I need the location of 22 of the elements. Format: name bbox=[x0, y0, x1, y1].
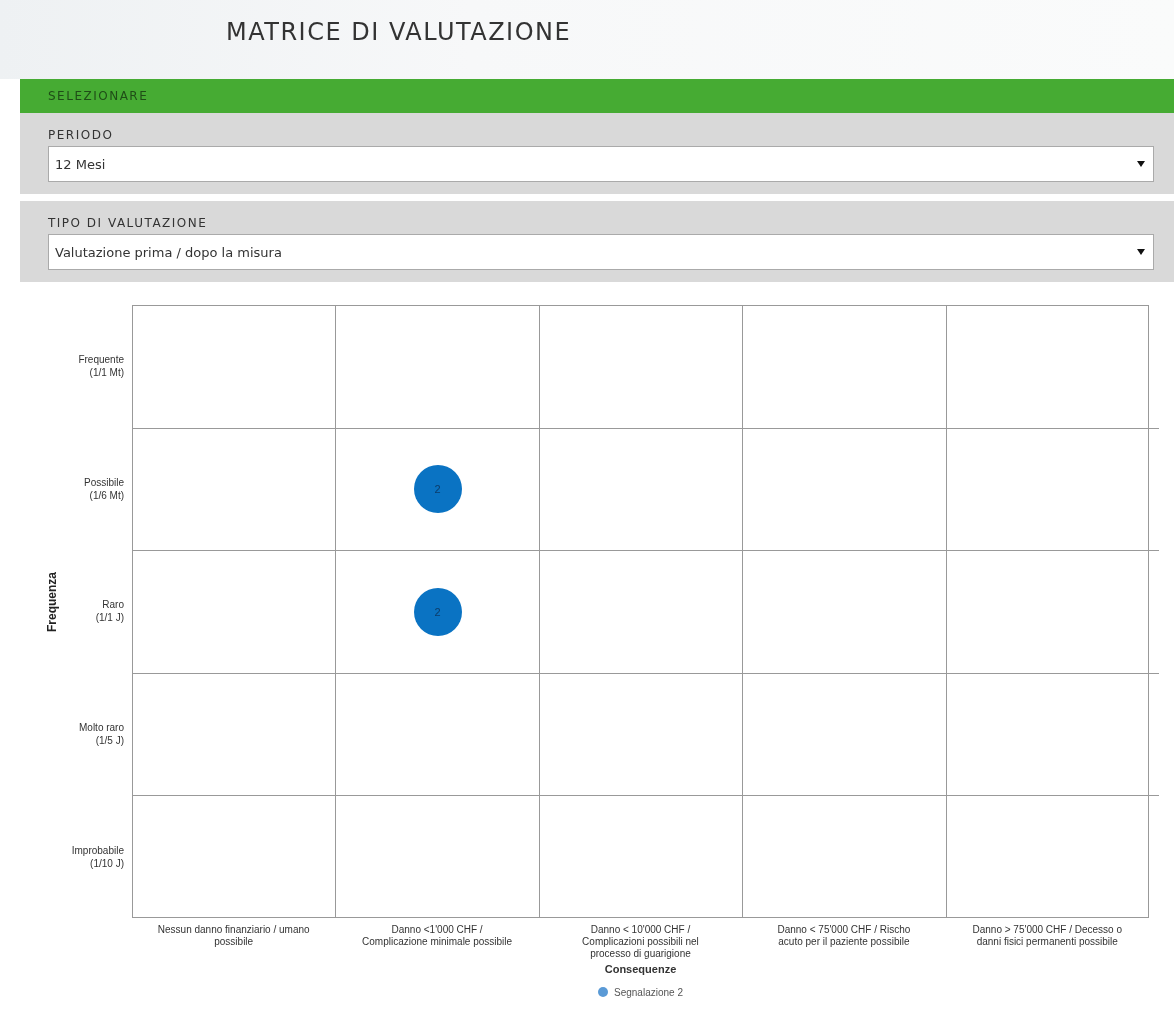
field-label: TIPO DI VALUTAZIONE bbox=[48, 216, 208, 230]
row-label: Raro (1/1 J) bbox=[95, 598, 124, 625]
panel-header: SELEZIONARE bbox=[20, 79, 1174, 113]
legend-dot bbox=[598, 987, 608, 998]
row-label: Molto raro (1/5 J) bbox=[79, 721, 124, 748]
axis-title: Consequenze bbox=[604, 962, 677, 975]
select-field[interactable]: Valutazione prima / dopo la misura bbox=[48, 234, 1154, 270]
page-title: MATRICE DI VALUTAZIONE bbox=[226, 18, 572, 46]
axis-title: Frequenza bbox=[45, 572, 59, 632]
row-label: Frequente (1/1 Mt) bbox=[78, 353, 124, 380]
column-label: Danno <1'000 CHF / Complicazione minimale possibile bbox=[361, 923, 514, 948]
select-field[interactable]: 12 Mesi bbox=[48, 146, 1154, 182]
column-label: Danno < 10'000 CHF / Complicazioni possibili nel processo di guarigione bbox=[581, 923, 700, 960]
legend-label: Segnalazione 2 bbox=[614, 986, 683, 998]
column-label: Nessun danno finanziario / umano possibile bbox=[156, 923, 311, 948]
field-label: PERIODO bbox=[48, 128, 114, 142]
caret-icon bbox=[1137, 161, 1145, 167]
column-label: Danno > 75'000 CHF / Decesso o danni fisici permanenti possibile bbox=[971, 923, 1123, 948]
row-label: Possibile (1/6 Mt) bbox=[83, 475, 124, 502]
column-label: Danno < 75'000 CHF / Rischo acuto per il paziente possibile bbox=[776, 923, 912, 948]
row-label: Improbabile (1/10 J) bbox=[71, 843, 124, 870]
caret-icon bbox=[1137, 249, 1145, 255]
